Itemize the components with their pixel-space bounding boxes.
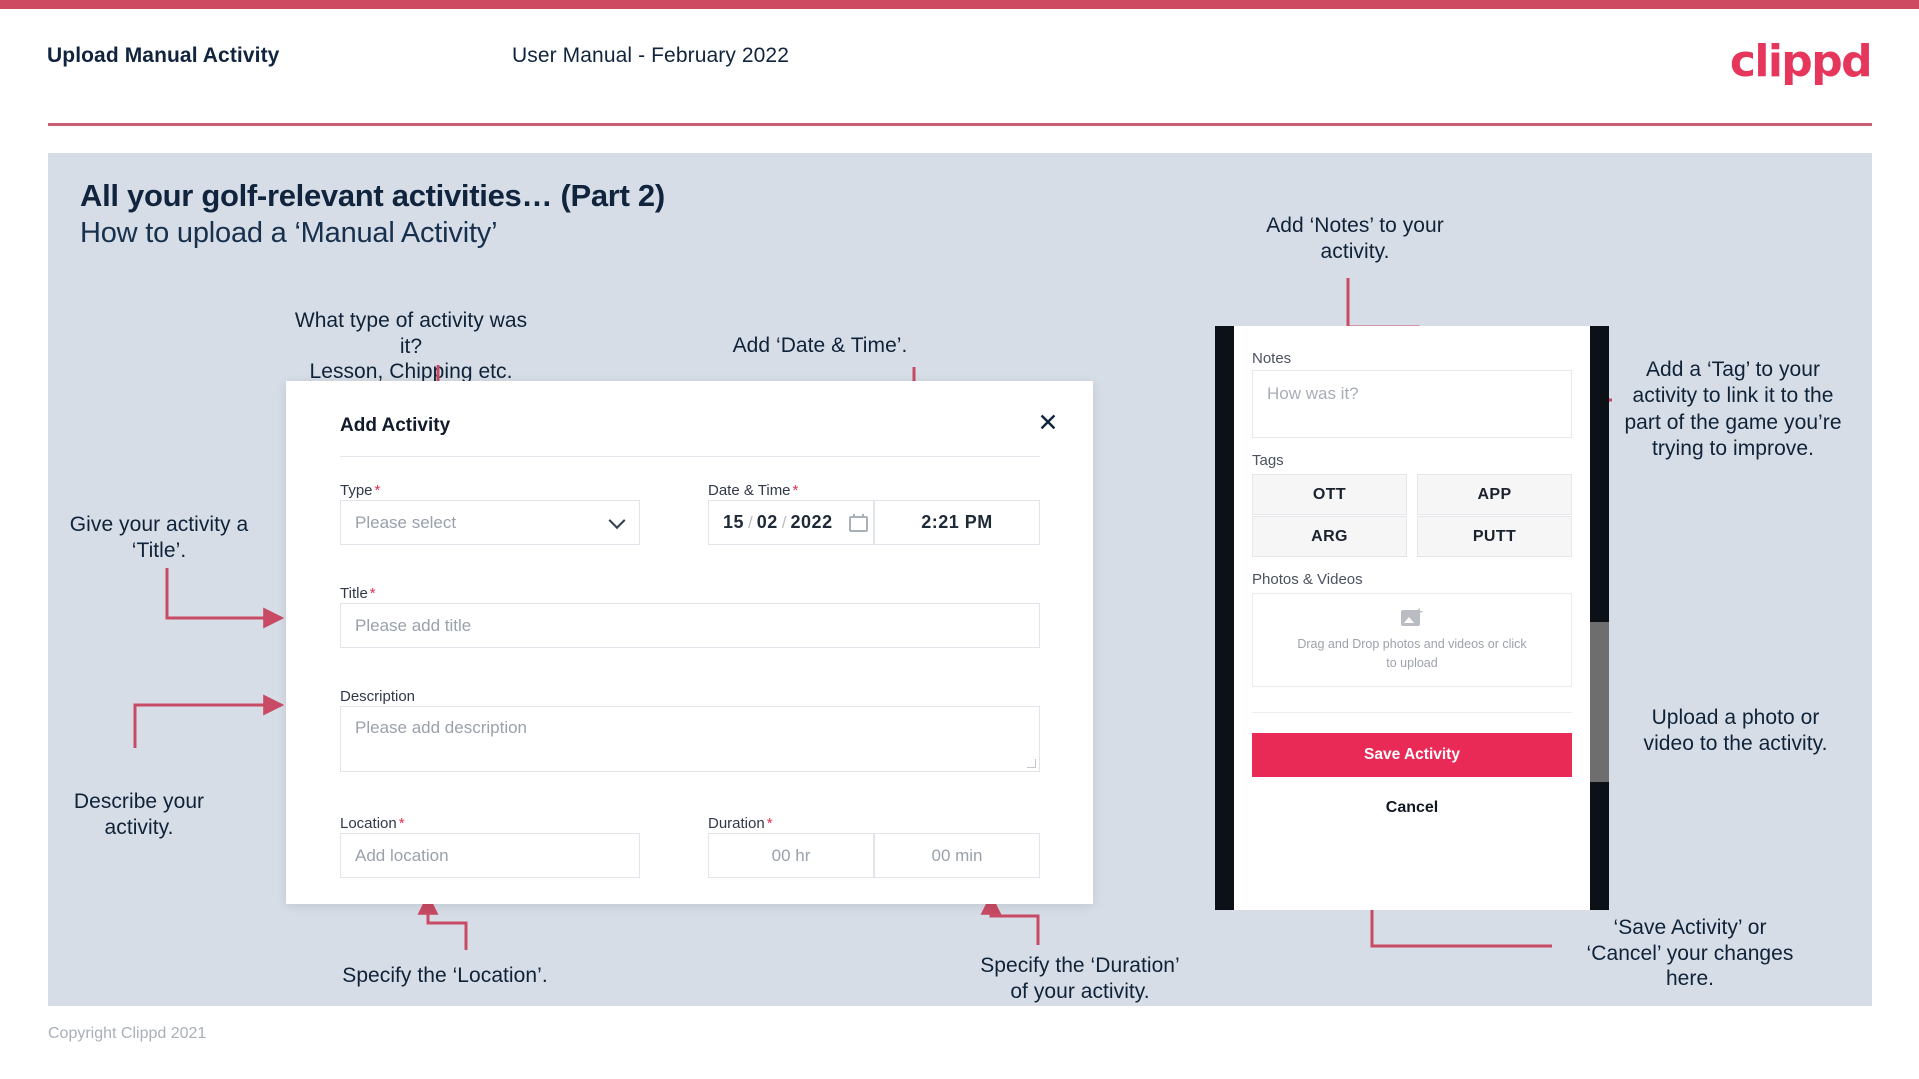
description-label-text: Description xyxy=(340,688,416,705)
upload-instructions: Drag and Drop photos and videos or click… xyxy=(1297,636,1527,670)
calendar-icon[interactable] xyxy=(848,513,868,532)
phone-side-button xyxy=(1590,622,1609,782)
notes-label: Notes xyxy=(1252,350,1292,367)
slide-root: Upload Manual Activity User Manual - Feb… xyxy=(0,0,1919,1079)
tag-button-arg[interactable]: ARG xyxy=(1252,516,1407,557)
annotation-description: Describe your activity. xyxy=(73,790,205,839)
location-placeholder: Add location xyxy=(355,845,449,865)
location-input[interactable]: Add location xyxy=(340,833,640,878)
tag-button-putt[interactable]: PUTT xyxy=(1417,516,1572,557)
annotation-duration: Specify the ‘Duration’ of your activity. xyxy=(980,954,1180,1003)
slide-heading: All your golf-relevant activities… (Part… xyxy=(80,178,665,213)
phone-left-rail xyxy=(1215,326,1234,910)
dialog-divider xyxy=(340,456,1040,457)
datetime-label: Date & Time * xyxy=(708,482,798,499)
close-icon[interactable]: ✕ xyxy=(1031,405,1065,439)
duration-required: * xyxy=(766,815,773,832)
chevron-down-icon xyxy=(608,511,626,529)
date-sep-2: / xyxy=(781,512,787,532)
annotation-notes: Add ‘Notes’ to your activity. xyxy=(1266,214,1444,263)
time-input[interactable]: 2:21 PM xyxy=(874,500,1040,545)
title-placeholder: Please add title xyxy=(355,615,472,635)
type-required: * xyxy=(374,482,381,499)
header-divider xyxy=(48,123,1872,126)
annotation-save-cancel: ‘Save Activity’ or ‘Cancel’ your changes… xyxy=(1586,916,1794,991)
location-label: Location * xyxy=(340,815,405,832)
annotation-tags: Add a ‘Tag’ to your activity to link it … xyxy=(1624,358,1842,461)
annotation-datetime: Add ‘Date & Time’. xyxy=(732,334,908,357)
type-select[interactable]: Please select xyxy=(340,500,640,545)
date-sep-1: / xyxy=(748,512,753,532)
datetime-label-text: Date & Time xyxy=(708,482,791,499)
cancel-button[interactable]: Cancel xyxy=(1252,791,1572,825)
date-year: 2022 xyxy=(790,512,833,532)
slide-subheading: How to upload a ‘Manual Activity’ xyxy=(80,217,498,249)
photo-upload-dropzone[interactable]: + Drag and Drop photos and videos or cli… xyxy=(1252,593,1572,687)
location-required: * xyxy=(398,815,405,832)
title-label-text: Title xyxy=(340,585,368,602)
title-input[interactable]: Please add title xyxy=(340,603,1040,648)
date-input[interactable]: 15 / 02 / 2022 xyxy=(708,500,874,545)
type-label: Type * xyxy=(340,482,380,499)
description-placeholder: Please add description xyxy=(355,718,528,737)
dialog-title: Add Activity xyxy=(340,415,451,436)
annotation-location: Specify the ‘Location’. xyxy=(342,964,548,987)
time-value: 2:21 PM xyxy=(921,512,993,532)
save-activity-button[interactable]: Save Activity xyxy=(1252,733,1572,777)
notes-placeholder: How was it? xyxy=(1267,384,1359,403)
datetime-required: * xyxy=(792,482,799,499)
footer-copyright: Copyright Clippd 2021 xyxy=(48,1025,207,1042)
date-day: 15 xyxy=(723,512,745,532)
tag-button-app[interactable]: APP xyxy=(1417,474,1572,515)
photos-label: Photos & Videos xyxy=(1252,571,1363,588)
resize-handle-icon[interactable] xyxy=(1027,759,1036,768)
document-subtitle: User Manual - February 2022 xyxy=(512,44,789,67)
add-image-icon: + xyxy=(1401,605,1423,626)
description-textarea[interactable]: Please add description xyxy=(340,706,1040,772)
description-label: Description xyxy=(340,688,415,705)
date-month: 02 xyxy=(756,512,778,532)
top-accent-bar xyxy=(0,0,1919,9)
title-required: * xyxy=(369,585,376,602)
annotation-title: Give your activity a ‘Title’. xyxy=(69,513,249,562)
duration-minutes-placeholder: 00 min xyxy=(931,845,983,865)
duration-hours-placeholder: 00 hr xyxy=(771,845,811,865)
type-label-text: Type xyxy=(340,482,373,499)
notes-textarea[interactable]: How was it? xyxy=(1252,370,1572,438)
duration-label: Duration * xyxy=(708,815,773,832)
clippd-logo: clippd xyxy=(1729,36,1873,87)
location-label-text: Location xyxy=(340,815,397,832)
duration-minutes-input[interactable]: 00 min xyxy=(874,833,1040,878)
phone-screen: Notes How was it? Tags OTT APP ARG PUTT … xyxy=(1234,326,1590,910)
annotation-type: What type of activity was it? Lesson, Ch… xyxy=(294,309,528,384)
type-placeholder: Please select xyxy=(355,512,457,532)
duration-label-text: Duration xyxy=(708,815,765,832)
annotation-upload: Upload a photo or video to the activity. xyxy=(1643,706,1828,755)
phone-mockup: Notes How was it? Tags OTT APP ARG PUTT … xyxy=(1215,326,1609,910)
phone-divider xyxy=(1252,712,1572,713)
tags-label: Tags xyxy=(1252,452,1284,469)
tag-button-ott[interactable]: OTT xyxy=(1252,474,1407,515)
add-activity-dialog: Add Activity ✕ Type * Please select Date … xyxy=(286,381,1093,904)
page-title: Upload Manual Activity xyxy=(47,44,280,67)
phone-right-rail xyxy=(1590,326,1609,910)
duration-hours-input[interactable]: 00 hr xyxy=(708,833,874,878)
title-label: Title * xyxy=(340,585,376,602)
